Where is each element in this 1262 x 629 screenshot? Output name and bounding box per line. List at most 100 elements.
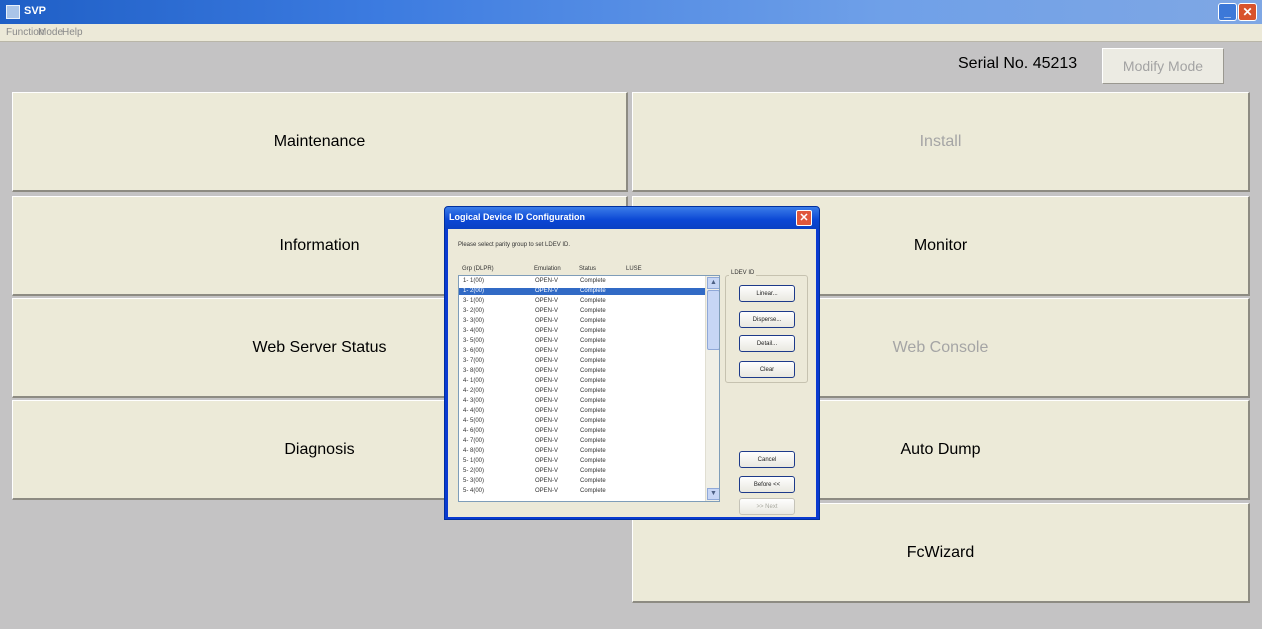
list-item-grp: 3- 4(00) (463, 328, 485, 334)
list-item-grp: 4- 2(00) (463, 388, 485, 394)
list-item-status: Complete (580, 338, 606, 344)
list-item[interactable]: 3- 1(00) OPEN-V Complete (459, 298, 705, 305)
list-item-status: Complete (580, 468, 606, 474)
list-item[interactable]: 3- 2(00) OPEN-V Complete (459, 308, 705, 315)
list-item-status: Complete (580, 308, 606, 314)
scroll-thumb[interactable] (707, 290, 719, 350)
list-item-emulation: OPEN-V (535, 358, 559, 364)
menu-mode[interactable]: Mode (38, 27, 63, 38)
list-item[interactable]: 3- 7(00) OPEN-V Complete (459, 358, 705, 365)
list-item-status: Complete (580, 318, 606, 324)
list-item-emulation: OPEN-V (535, 378, 559, 384)
scroll-up-icon[interactable]: ▲ (707, 277, 719, 289)
list-item-grp: 4- 8(00) (463, 448, 485, 454)
linear-button[interactable]: Linear... (739, 285, 795, 302)
list-item-emulation: OPEN-V (535, 448, 559, 454)
list-item[interactable]: 4- 1(00) OPEN-V Complete (459, 378, 705, 385)
list-item-grp: 3- 5(00) (463, 338, 485, 344)
list-item[interactable]: 1- 2(00) OPEN-V Complete (459, 288, 705, 295)
dialog-close-button[interactable]: ✕ (796, 210, 812, 226)
list-item-grp: 4- 7(00) (463, 438, 485, 444)
column-header-status: Status (579, 266, 597, 272)
list-item[interactable]: 4- 8(00) OPEN-V Complete (459, 448, 705, 455)
list-item-grp: 1- 1(00) (463, 278, 485, 284)
list-item-status: Complete (580, 328, 606, 334)
list-item-grp: 3- 8(00) (463, 368, 485, 374)
menu-help[interactable]: Help (62, 27, 83, 38)
list-item-status: Complete (580, 368, 606, 374)
before-button[interactable]: Before << (739, 476, 795, 493)
window-title: SVP (24, 5, 47, 17)
list-item-emulation: OPEN-V (535, 368, 559, 374)
clear-button[interactable]: Clear (739, 361, 795, 378)
list-item-emulation: OPEN-V (535, 328, 559, 334)
list-item[interactable]: 4- 4(00) OPEN-V Complete (459, 408, 705, 415)
list-item-status: Complete (580, 388, 606, 394)
list-item-emulation: OPEN-V (535, 468, 559, 474)
list-item-emulation: OPEN-V (535, 438, 559, 444)
list-item[interactable]: 5- 1(00) OPEN-V Complete (459, 458, 705, 465)
column-header-emulation: Emulation (534, 266, 561, 272)
list-item-status: Complete (580, 418, 606, 424)
list-item-emulation: OPEN-V (535, 278, 559, 284)
list-item-grp: 4- 5(00) (463, 418, 485, 424)
list-item[interactable]: 1- 1(00) OPEN-V Complete (459, 278, 705, 285)
close-button[interactable]: ✕ (1238, 3, 1257, 21)
list-item-emulation: OPEN-V (535, 398, 559, 404)
cancel-button[interactable]: Cancel (739, 451, 795, 468)
list-item[interactable]: 4- 5(00) OPEN-V Complete (459, 418, 705, 425)
ldev-config-dialog: Logical Device ID Configuration ✕ Please… (444, 206, 820, 520)
list-item[interactable]: 4- 3(00) OPEN-V Complete (459, 398, 705, 405)
list-item-emulation: OPEN-V (535, 288, 559, 294)
list-item-status: Complete (580, 488, 606, 494)
detail-button[interactable]: Detail... (739, 335, 795, 352)
list-item-grp: 5- 1(00) (463, 458, 485, 464)
list-item[interactable]: 5- 2(00) OPEN-V Complete (459, 468, 705, 475)
list-scrollbar[interactable]: ▲ ▼ (705, 276, 719, 501)
dialog-title-bar[interactable]: Logical Device ID Configuration ✕ (445, 207, 819, 229)
list-item-status: Complete (580, 358, 606, 364)
install-button[interactable]: Install (632, 92, 1250, 192)
column-header-luse: LUSE (626, 266, 642, 272)
minimize-button[interactable]: _ (1218, 3, 1237, 21)
list-item-status: Complete (580, 298, 606, 304)
parity-group-list[interactable]: 1- 1(00) OPEN-V Complete 1- 2(00) OPEN-V Comp… (458, 275, 720, 502)
maintenance-button[interactable]: Maintenance (12, 92, 628, 192)
list-item-emulation: OPEN-V (535, 488, 559, 494)
list-item[interactable]: 3- 6(00) OPEN-V Complete (459, 348, 705, 355)
list-item-emulation: OPEN-V (535, 478, 559, 484)
list-item-emulation: OPEN-V (535, 338, 559, 344)
list-item-status: Complete (580, 398, 606, 404)
list-item-emulation: OPEN-V (535, 348, 559, 354)
list-item[interactable]: 4- 2(00) OPEN-V Complete (459, 388, 705, 395)
list-item[interactable]: 3- 8(00) OPEN-V Complete (459, 368, 705, 375)
next-button[interactable]: >> Next (739, 498, 795, 515)
title-bar[interactable]: SVP _ ✕ (0, 0, 1262, 24)
scroll-down-icon[interactable]: ▼ (707, 488, 719, 500)
list-item[interactable]: 5- 3(00) OPEN-V Complete (459, 478, 705, 485)
list-item-emulation: OPEN-V (535, 458, 559, 464)
list-item-status: Complete (580, 288, 606, 294)
list-item-emulation: OPEN-V (535, 298, 559, 304)
list-item-grp: 3- 7(00) (463, 358, 485, 364)
list-item-emulation: OPEN-V (535, 388, 559, 394)
list-item-status: Complete (580, 428, 606, 434)
list-item-grp: 4- 4(00) (463, 408, 485, 414)
list-item[interactable]: 3- 5(00) OPEN-V Complete (459, 338, 705, 345)
list-item[interactable]: 4- 6(00) OPEN-V Complete (459, 428, 705, 435)
list-item-grp: 4- 1(00) (463, 378, 485, 384)
list-item-status: Complete (580, 408, 606, 414)
modify-mode-button[interactable]: Modify Mode (1102, 48, 1224, 84)
list-item-grp: 5- 3(00) (463, 478, 485, 484)
list-item-emulation: OPEN-V (535, 308, 559, 314)
list-item[interactable]: 3- 3(00) OPEN-V Complete (459, 318, 705, 325)
list-item-grp: 4- 3(00) (463, 398, 485, 404)
list-item[interactable]: 5- 4(00) OPEN-V Complete (459, 488, 705, 495)
list-item[interactable]: 3- 4(00) OPEN-V Complete (459, 328, 705, 335)
list-item[interactable]: 4- 7(00) OPEN-V Complete (459, 438, 705, 445)
list-item-grp: 3- 6(00) (463, 348, 485, 354)
disperse-button[interactable]: Disperse... (739, 311, 795, 328)
list-item-emulation: OPEN-V (535, 428, 559, 434)
dialog-prompt: Please select parity group to set LDEV I… (458, 242, 571, 248)
list-item-status: Complete (580, 348, 606, 354)
